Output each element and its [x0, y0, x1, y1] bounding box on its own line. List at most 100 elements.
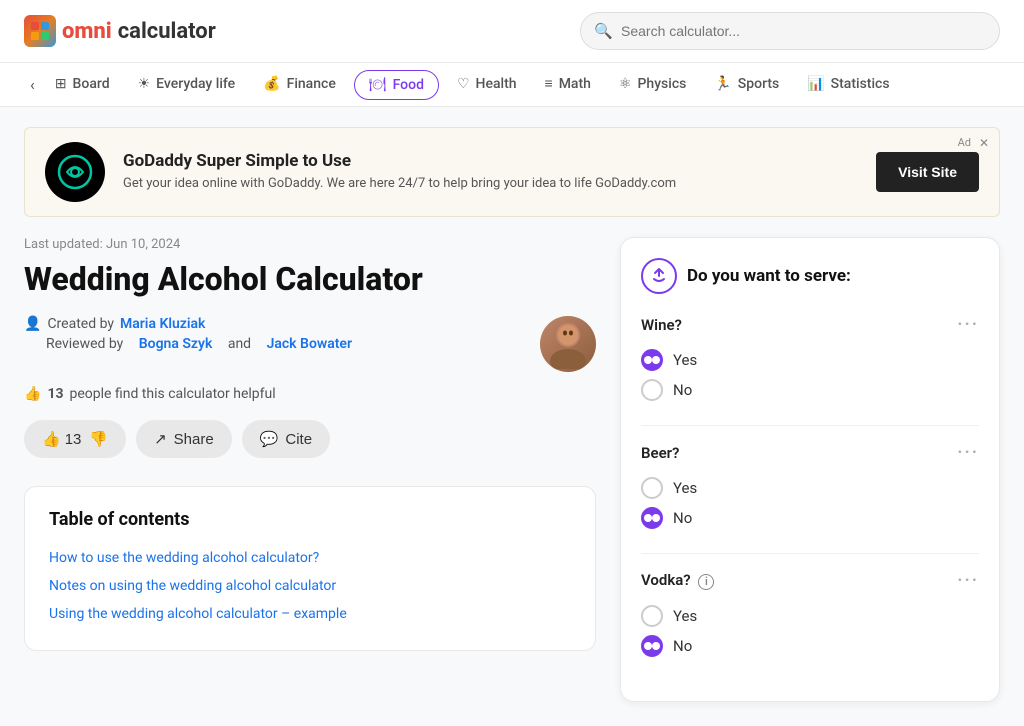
toc-link-2[interactable]: Notes on using the wedding alcohol calcu…: [49, 572, 571, 600]
tab-food[interactable]: 🍽 Food: [354, 70, 439, 100]
vodka-label: Vodka? i: [641, 571, 714, 590]
share-button[interactable]: ↗ Share: [136, 420, 232, 458]
logo-calculator: calculator: [118, 19, 216, 44]
logo-icon: [24, 15, 56, 47]
reviewer2-link[interactable]: Jack Bowater: [267, 336, 352, 352]
table-of-contents: Table of contents How to use the wedding…: [24, 486, 596, 651]
thumbsup-btn-icon: 👍: [42, 430, 61, 448]
sports-icon: 🏃: [714, 76, 731, 92]
beer-no-option[interactable]: No: [641, 503, 979, 533]
tab-statistics[interactable]: 📊 Statistics: [793, 64, 903, 106]
wine-beer-divider: [641, 425, 979, 426]
beer-vodka-divider: [641, 553, 979, 554]
wine-label-row: Wine? ···: [641, 314, 979, 335]
ad-label-text: Ad: [958, 136, 971, 149]
reviewer1-link[interactable]: Bogna Szyk: [139, 336, 213, 352]
calculator-widget-column: Do you want to serve: Wine? ··· Yes: [620, 237, 1000, 702]
thumbsdown-icon: 👎: [89, 430, 108, 448]
vodka-no-label: No: [673, 637, 692, 655]
wine-no-radio[interactable]: [641, 379, 663, 401]
last-updated: Last updated: Jun 10, 2024: [24, 237, 596, 252]
like-button[interactable]: 👍 13 👎: [24, 420, 126, 458]
site-header: omni calculator 🔍: [0, 0, 1024, 63]
ad-title: GoDaddy Super Simple to Use: [123, 151, 858, 171]
wine-no-option[interactable]: No: [641, 375, 979, 405]
vodka-options-menu[interactable]: ···: [957, 570, 979, 591]
ad-logo: [45, 142, 105, 202]
beer-label: Beer?: [641, 444, 679, 462]
content-area: Last updated: Jun 10, 2024 Wedding Alcoh…: [0, 237, 1024, 726]
tab-board[interactable]: ⊞ Board: [41, 64, 124, 106]
beer-no-label: No: [673, 509, 692, 527]
avatar-image: [540, 316, 596, 372]
ad-text: GoDaddy Super Simple to Use Get your ide…: [123, 151, 858, 193]
cite-icon: 💬: [260, 430, 279, 448]
vodka-info-icon[interactable]: i: [698, 574, 714, 590]
page-title: Wedding Alcohol Calculator: [24, 260, 596, 298]
nav-tabs: ‹ ⊞ Board ☀ Everyday life 💰 Finance 🍽 Fo…: [0, 63, 1024, 107]
meta-text: 👤 Created by Maria Kluziak Reviewed by B…: [24, 316, 524, 352]
calc-header: Do you want to serve:: [641, 258, 979, 294]
statistics-icon: 📊: [807, 76, 824, 92]
wine-no-label: No: [673, 381, 692, 399]
tab-sports[interactable]: 🏃 Sports: [700, 64, 793, 106]
vodka-no-radio[interactable]: [641, 635, 663, 657]
tab-health[interactable]: ♡ Health: [443, 64, 531, 106]
search-icon: 🔍: [594, 22, 613, 40]
tab-physics[interactable]: ⚛ Physics: [605, 64, 700, 106]
creator-link[interactable]: Maria Kluziak: [120, 316, 205, 332]
vodka-label-row: Vodka? i ···: [641, 570, 979, 591]
board-icon: ⊞: [55, 76, 67, 92]
tab-everyday[interactable]: ☀ Everyday life: [124, 64, 250, 106]
physics-icon: ⚛: [619, 76, 632, 92]
toc-title: Table of contents: [49, 509, 571, 530]
beer-question: Beer? ··· Yes No: [641, 442, 979, 533]
tab-math[interactable]: ≡ Math: [531, 63, 605, 106]
nav-arrow-left[interactable]: ‹: [24, 67, 41, 102]
finance-icon: 💰: [263, 76, 280, 92]
person-icon: 👤: [24, 316, 41, 332]
beer-yes-label: Yes: [673, 479, 697, 497]
vodka-question: Vodka? i ··· Yes No: [641, 570, 979, 661]
toc-link-3[interactable]: Using the wedding alcohol calculator – e…: [49, 600, 571, 628]
thumbsup-icon: 👍: [24, 386, 41, 402]
beer-yes-option[interactable]: Yes: [641, 473, 979, 503]
wine-yes-radio[interactable]: [641, 349, 663, 371]
ad-close-button[interactable]: ✕: [979, 136, 989, 150]
ad-banner: GoDaddy Super Simple to Use Get your ide…: [24, 127, 1000, 217]
ad-visit-button[interactable]: Visit Site: [876, 152, 979, 192]
vodka-yes-option[interactable]: Yes: [641, 601, 979, 631]
wine-yes-option[interactable]: Yes: [641, 345, 979, 375]
wine-options-menu[interactable]: ···: [957, 314, 979, 335]
everyday-icon: ☀: [138, 76, 151, 92]
wine-yes-label: Yes: [673, 351, 697, 369]
search-input[interactable]: [580, 12, 1000, 50]
beer-no-radio[interactable]: [641, 507, 663, 529]
wine-label: Wine?: [641, 316, 682, 334]
meta-reviewed: Reviewed by Bogna Szyk and Jack Bowater: [24, 336, 524, 352]
logo-omni: omni: [62, 19, 112, 44]
search-bar: 🔍: [580, 12, 1000, 50]
share-icon: ↗: [154, 430, 167, 448]
tab-finance[interactable]: 💰 Finance: [249, 64, 350, 106]
cite-button[interactable]: 💬 Cite: [242, 420, 330, 458]
article-column: Last updated: Jun 10, 2024 Wedding Alcoh…: [24, 237, 596, 651]
helpful-row: 👍 13 people find this calculator helpful: [24, 386, 596, 402]
meta-row: 👤 Created by Maria Kluziak Reviewed by B…: [24, 316, 596, 372]
food-icon: 🍽: [369, 77, 387, 93]
ad-description: Get your idea online with GoDaddy. We ar…: [123, 175, 858, 193]
beer-yes-radio[interactable]: [641, 477, 663, 499]
math-icon: ≡: [545, 75, 553, 92]
avatar: [540, 316, 596, 372]
toc-link-1[interactable]: How to use the wedding alcohol calculato…: [49, 544, 571, 572]
calculator-widget: Do you want to serve: Wine? ··· Yes: [620, 237, 1000, 702]
calc-header-title: Do you want to serve:: [687, 266, 851, 286]
vodka-yes-radio[interactable]: [641, 605, 663, 627]
site-logo[interactable]: omni calculator: [24, 15, 216, 47]
action-row: 👍 13 👎 ↗ Share 💬 Cite: [24, 420, 596, 458]
vodka-no-option[interactable]: No: [641, 631, 979, 661]
wine-question: Wine? ··· Yes No: [641, 314, 979, 405]
health-icon: ♡: [457, 76, 470, 92]
beer-options-menu[interactable]: ···: [957, 442, 979, 463]
calc-header-icon: [641, 258, 677, 294]
